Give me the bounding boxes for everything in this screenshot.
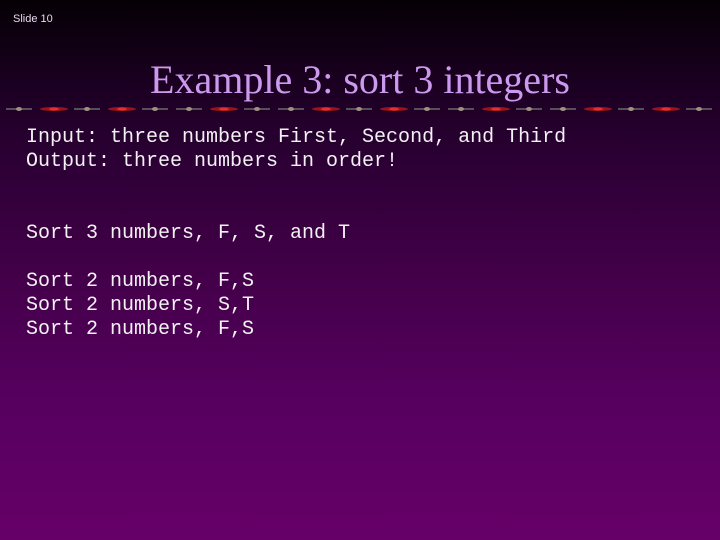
leaf-ornament (424, 107, 430, 111)
leaf-ornament (356, 107, 362, 111)
leaf-ornament (458, 107, 464, 111)
rose-ornament-center (491, 107, 501, 111)
rose-ornament-center (321, 107, 331, 111)
slide-title: Example 3: sort 3 integers (150, 57, 570, 102)
step-line: Sort 2 numbers, F,S (26, 318, 255, 341)
rose-vine-border-icon (6, 107, 712, 111)
leaf-ornament (186, 107, 192, 111)
io-line-output: Output: three numbers in order! (26, 150, 399, 173)
leaf-ornament (16, 107, 22, 111)
leaf-ornament (628, 107, 634, 111)
leaf-ornament (560, 107, 566, 111)
leaf-ornament (152, 107, 158, 111)
step-line: Sort 2 numbers, S,T (26, 294, 255, 317)
summary-line: Sort 3 numbers, F, S, and T (26, 222, 351, 245)
step-line: Sort 2 numbers, F,S (26, 270, 255, 293)
leaf-ornament (84, 107, 90, 111)
rose-ornament-center (389, 107, 399, 111)
leaf-ornament (526, 107, 532, 111)
rose-ornament-center (49, 107, 59, 111)
rose-ornament-center (219, 107, 229, 111)
rose-ornament-center (117, 107, 127, 111)
leaf-ornament (696, 107, 702, 111)
leaf-ornament (254, 107, 260, 111)
rose-ornament-center (661, 107, 671, 111)
slide-number: Slide 10 (13, 13, 53, 25)
io-line-input: Input: three numbers First, Second, and … (26, 126, 567, 149)
rose-ornament-center (593, 107, 603, 111)
leaf-ornament (288, 107, 294, 111)
